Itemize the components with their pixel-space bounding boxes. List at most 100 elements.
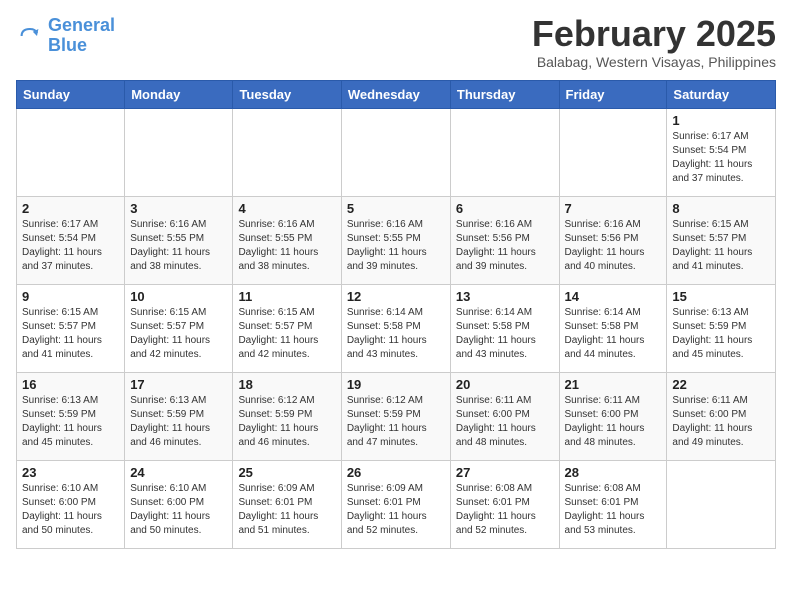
location-subtitle: Balabag, Western Visayas, Philippines (532, 54, 776, 70)
calendar-cell: 18 Sunrise: 6:12 AM Sunset: 5:59 PM Dayli… (233, 373, 341, 461)
calendar-week-5: 23 Sunrise: 6:10 AM Sunset: 6:00 PM Dayli… (17, 461, 776, 549)
day-info: Sunrise: 6:09 AM Sunset: 6:01 PM Dayligh… (238, 482, 335, 538)
day-info: Sunrise: 6:13 AM Sunset: 5:59 PM Dayligh… (672, 306, 770, 362)
calendar-week-1: 1 Sunrise: 6:17 AM Sunset: 5:54 PM Daylig… (17, 109, 776, 197)
day-number: 23 (22, 465, 119, 480)
day-info: Sunrise: 6:08 AM Sunset: 6:01 PM Dayligh… (456, 482, 554, 538)
day-number: 19 (347, 377, 445, 392)
day-info: Sunrise: 6:15 AM Sunset: 5:57 PM Dayligh… (672, 218, 770, 274)
page-header: General Blue February 2025 Balabag, West… (16, 16, 776, 70)
calendar-cell: 22 Sunrise: 6:11 AM Sunset: 6:00 PM Dayli… (667, 373, 776, 461)
day-info: Sunrise: 6:16 AM Sunset: 5:56 PM Dayligh… (456, 218, 554, 274)
weekday-header-monday: Monday (125, 81, 233, 109)
day-info: Sunrise: 6:14 AM Sunset: 5:58 PM Dayligh… (347, 306, 445, 362)
calendar-cell: 20 Sunrise: 6:11 AM Sunset: 6:00 PM Dayli… (450, 373, 559, 461)
calendar-cell: 15 Sunrise: 6:13 AM Sunset: 5:59 PM Dayli… (667, 285, 776, 373)
weekday-header-wednesday: Wednesday (341, 81, 450, 109)
weekday-header-saturday: Saturday (667, 81, 776, 109)
calendar-week-2: 2Sunrise: 6:17 AM Sunset: 5:54 PM Daylig… (17, 197, 776, 285)
day-number: 3 (130, 201, 227, 216)
day-number: 24 (130, 465, 227, 480)
day-info: Sunrise: 6:17 AM Sunset: 5:54 PM Dayligh… (22, 218, 119, 274)
calendar-cell (341, 109, 450, 197)
day-info: Sunrise: 6:15 AM Sunset: 5:57 PM Dayligh… (130, 306, 227, 362)
calendar-cell (450, 109, 559, 197)
calendar-cell (667, 461, 776, 549)
calendar-week-3: 9 Sunrise: 6:15 AM Sunset: 5:57 PM Daylig… (17, 285, 776, 373)
day-number: 8 (672, 201, 770, 216)
calendar-cell: 14 Sunrise: 6:14 AM Sunset: 5:58 PM Dayli… (559, 285, 667, 373)
month-title: February 2025 (532, 16, 776, 52)
day-info: Sunrise: 6:14 AM Sunset: 5:58 PM Dayligh… (565, 306, 662, 362)
calendar-cell (559, 109, 667, 197)
weekday-header-sunday: Sunday (17, 81, 125, 109)
day-info: Sunrise: 6:08 AM Sunset: 6:01 PM Dayligh… (565, 482, 662, 538)
day-number: 12 (347, 289, 445, 304)
day-info: Sunrise: 6:13 AM Sunset: 5:59 PM Dayligh… (22, 394, 119, 450)
calendar-cell: 6 Sunrise: 6:16 AM Sunset: 5:56 PM Daylig… (450, 197, 559, 285)
day-info: Sunrise: 6:16 AM Sunset: 5:55 PM Dayligh… (238, 218, 335, 274)
weekday-header-friday: Friday (559, 81, 667, 109)
calendar-cell: 16 Sunrise: 6:13 AM Sunset: 5:59 PM Dayli… (17, 373, 125, 461)
day-number: 15 (672, 289, 770, 304)
calendar-week-4: 16 Sunrise: 6:13 AM Sunset: 5:59 PM Dayli… (17, 373, 776, 461)
day-number: 28 (565, 465, 662, 480)
day-info: Sunrise: 6:11 AM Sunset: 6:00 PM Dayligh… (456, 394, 554, 450)
day-number: 18 (238, 377, 335, 392)
calendar-cell: 21 Sunrise: 6:11 AM Sunset: 6:00 PM Dayli… (559, 373, 667, 461)
day-number: 4 (238, 201, 335, 216)
day-info: Sunrise: 6:14 AM Sunset: 5:58 PM Dayligh… (456, 306, 554, 362)
calendar-cell: 3 Sunrise: 6:16 AM Sunset: 5:55 PM Daylig… (125, 197, 233, 285)
calendar-cell: 26 Sunrise: 6:09 AM Sunset: 6:01 PM Dayli… (341, 461, 450, 549)
calendar-cell (233, 109, 341, 197)
day-info: Sunrise: 6:16 AM Sunset: 5:56 PM Dayligh… (565, 218, 662, 274)
calendar-cell: 28 Sunrise: 6:08 AM Sunset: 6:01 PM Dayli… (559, 461, 667, 549)
day-number: 16 (22, 377, 119, 392)
day-number: 11 (238, 289, 335, 304)
calendar-cell: 24 Sunrise: 6:10 AM Sunset: 6:00 PM Dayli… (125, 461, 233, 549)
day-number: 22 (672, 377, 770, 392)
day-info: Sunrise: 6:12 AM Sunset: 5:59 PM Dayligh… (238, 394, 335, 450)
day-number: 26 (347, 465, 445, 480)
calendar-cell: 25 Sunrise: 6:09 AM Sunset: 6:01 PM Dayli… (233, 461, 341, 549)
day-info: Sunrise: 6:12 AM Sunset: 5:59 PM Dayligh… (347, 394, 445, 450)
calendar-cell: 10 Sunrise: 6:15 AM Sunset: 5:57 PM Dayli… (125, 285, 233, 373)
calendar-cell: 27Sunrise: 6:08 AM Sunset: 6:01 PM Dayli… (450, 461, 559, 549)
calendar-cell: 9 Sunrise: 6:15 AM Sunset: 5:57 PM Daylig… (17, 285, 125, 373)
day-info: Sunrise: 6:13 AM Sunset: 5:59 PM Dayligh… (130, 394, 227, 450)
day-number: 21 (565, 377, 662, 392)
calendar-cell: 7 Sunrise: 6:16 AM Sunset: 5:56 PM Daylig… (559, 197, 667, 285)
calendar-cell: 5 Sunrise: 6:16 AM Sunset: 5:55 PM Daylig… (341, 197, 450, 285)
day-info: Sunrise: 6:09 AM Sunset: 6:01 PM Dayligh… (347, 482, 445, 538)
day-number: 6 (456, 201, 554, 216)
calendar-cell (17, 109, 125, 197)
day-number: 7 (565, 201, 662, 216)
day-info: Sunrise: 6:10 AM Sunset: 6:00 PM Dayligh… (22, 482, 119, 538)
logo: General Blue (16, 16, 115, 56)
day-info: Sunrise: 6:17 AM Sunset: 5:54 PM Dayligh… (672, 130, 770, 186)
day-info: Sunrise: 6:16 AM Sunset: 5:55 PM Dayligh… (347, 218, 445, 274)
day-info: Sunrise: 6:16 AM Sunset: 5:55 PM Dayligh… (130, 218, 227, 274)
day-number: 5 (347, 201, 445, 216)
day-info: Sunrise: 6:11 AM Sunset: 6:00 PM Dayligh… (565, 394, 662, 450)
day-info: Sunrise: 6:15 AM Sunset: 5:57 PM Dayligh… (238, 306, 335, 362)
day-number: 20 (456, 377, 554, 392)
calendar-cell: 1 Sunrise: 6:17 AM Sunset: 5:54 PM Daylig… (667, 109, 776, 197)
calendar-cell: 11 Sunrise: 6:15 AM Sunset: 5:57 PM Dayli… (233, 285, 341, 373)
weekday-header-row: SundayMondayTuesdayWednesdayThursdayFrid… (17, 81, 776, 109)
logo-text: General Blue (48, 16, 115, 56)
day-info: Sunrise: 6:15 AM Sunset: 5:57 PM Dayligh… (22, 306, 119, 362)
day-info: Sunrise: 6:11 AM Sunset: 6:00 PM Dayligh… (672, 394, 770, 450)
day-info: Sunrise: 6:10 AM Sunset: 6:00 PM Dayligh… (130, 482, 227, 538)
day-number: 14 (565, 289, 662, 304)
calendar-cell: 4 Sunrise: 6:16 AM Sunset: 5:55 PM Daylig… (233, 197, 341, 285)
calendar-cell: 2Sunrise: 6:17 AM Sunset: 5:54 PM Daylig… (17, 197, 125, 285)
day-number: 1 (672, 113, 770, 128)
day-number: 25 (238, 465, 335, 480)
calendar-cell: 23 Sunrise: 6:10 AM Sunset: 6:00 PM Dayli… (17, 461, 125, 549)
day-number: 9 (22, 289, 119, 304)
calendar-table: SundayMondayTuesdayWednesdayThursdayFrid… (16, 80, 776, 549)
logo-icon (16, 22, 44, 50)
day-number: 10 (130, 289, 227, 304)
day-number: 13 (456, 289, 554, 304)
